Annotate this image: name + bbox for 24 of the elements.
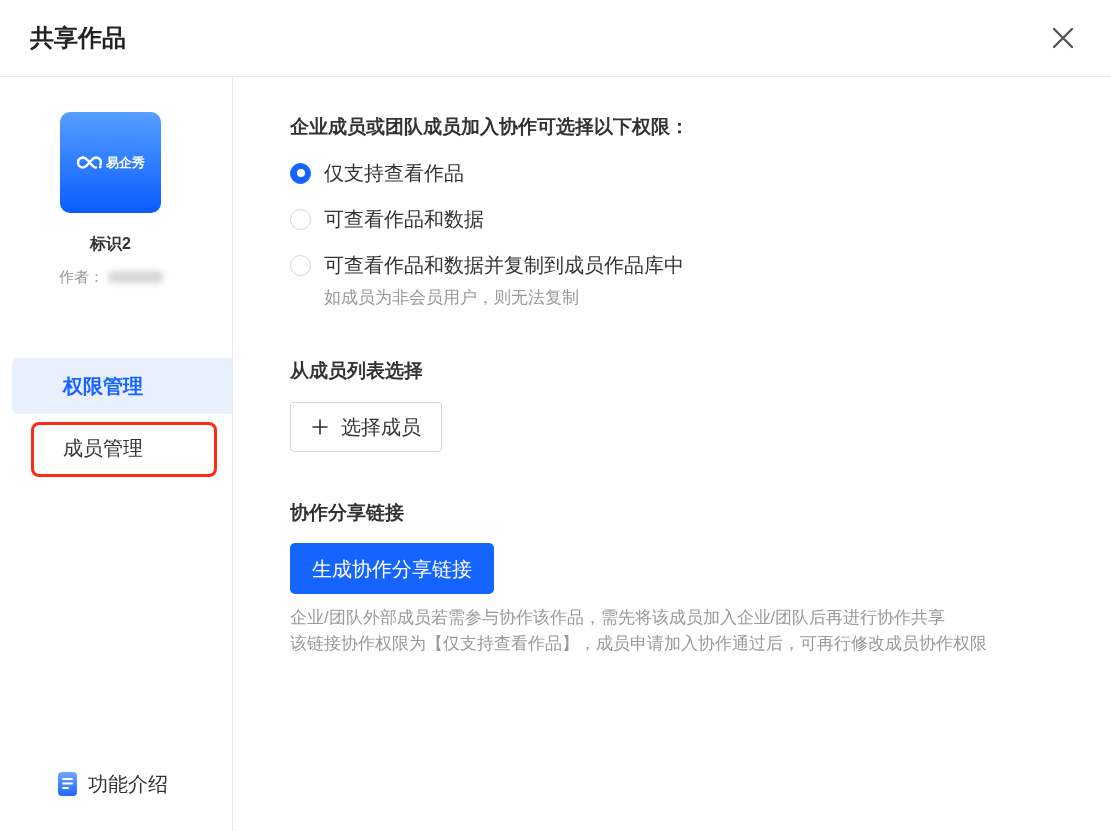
- section-heading: 从成员列表选择: [290, 359, 424, 383]
- radio-button[interactable]: [290, 162, 311, 184]
- feature-intro-link[interactable]: 功能介绍: [88, 770, 168, 798]
- option-label: 可查看作品和数据并复制到成员作品库中: [324, 253, 684, 278]
- sidebar-tab[interactable]: 权限管理: [12, 358, 232, 414]
- plus-icon: [312, 419, 328, 435]
- sidebar-tab[interactable]: 成员管理: [12, 420, 232, 476]
- logo-mark-icon: [76, 156, 102, 169]
- generate-link-button[interactable]: 生成协作分享链接: [290, 543, 494, 594]
- note-text: 企业/团队外部成员若需参与协作该作品，需先将该成员加入企业/团队后再进行协作共享: [290, 607, 947, 628]
- logo-text: 易企秀: [105, 154, 145, 171]
- option-label: 可查看作品和数据: [324, 207, 484, 232]
- author-label: 作者：: [58, 267, 104, 287]
- section-heading: 企业成员或团队成员加入协作可选择以下权限：: [290, 115, 690, 139]
- select-members-button[interactable]: 选择成员: [290, 402, 442, 452]
- close-icon: [1051, 26, 1075, 50]
- work-name: 标识2: [90, 234, 131, 254]
- dialog-title: 共享作品: [30, 23, 126, 53]
- document-icon: [58, 772, 77, 796]
- option-hint: 如成员为非会员用户，则无法复制: [324, 287, 580, 309]
- close-button[interactable]: [1051, 26, 1075, 50]
- section-heading: 协作分享链接: [290, 501, 405, 525]
- note-text: 该链接协作权限为【仅支持查看作品】，成员申请加入协作通过后，可再行修改成员协作权限: [290, 633, 988, 654]
- option-label: 仅支持查看作品: [324, 161, 464, 186]
